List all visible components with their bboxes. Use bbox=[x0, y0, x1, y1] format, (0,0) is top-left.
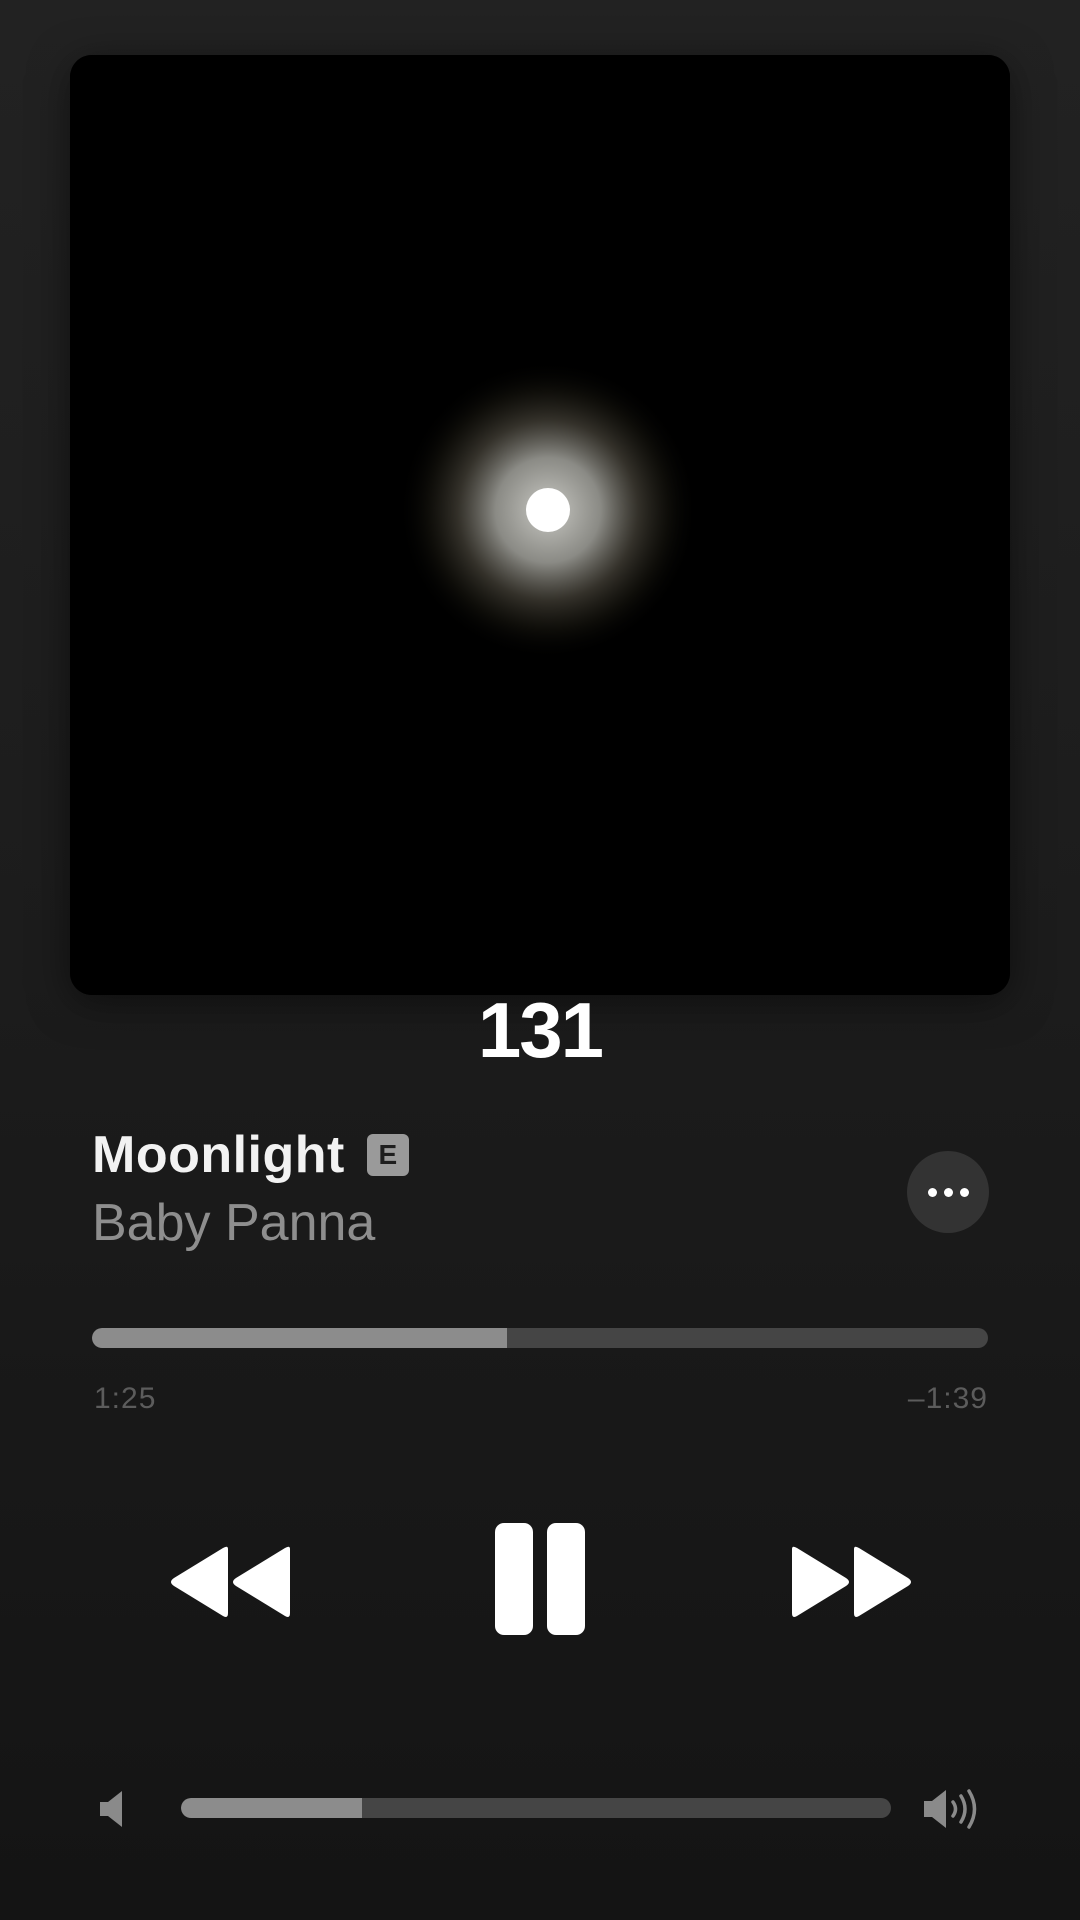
now-playing-screen: 131 Moonlight E Baby Panna 1:25 –1:39 bbox=[0, 0, 1080, 1920]
more-options-button[interactable] bbox=[907, 1151, 989, 1233]
speaker-low-icon bbox=[100, 1791, 122, 1827]
album-artwork bbox=[70, 55, 1010, 995]
elapsed-time: 1:25 bbox=[94, 1382, 157, 1415]
playback-scrubber[interactable] bbox=[92, 1328, 988, 1348]
playback-progress-fill bbox=[92, 1328, 507, 1348]
artist-name[interactable]: Baby Panna bbox=[92, 1193, 375, 1253]
explicit-badge: E bbox=[366, 1134, 409, 1176]
pause-icon[interactable] bbox=[494, 1523, 586, 1635]
track-number: 131 bbox=[477, 986, 604, 1074]
song-title[interactable]: Moonlight bbox=[92, 1125, 345, 1185]
title-row: Moonlight E bbox=[92, 1125, 409, 1185]
ellipsis-icon-dot bbox=[959, 1187, 969, 1197]
volume-slider[interactable] bbox=[181, 1798, 891, 1818]
ellipsis-icon-dot bbox=[943, 1187, 953, 1197]
remaining-time: –1:39 bbox=[907, 1382, 988, 1415]
moon-image bbox=[70, 55, 1010, 995]
volume-level-fill bbox=[181, 1798, 363, 1818]
fast-forward-icon[interactable] bbox=[790, 1545, 914, 1619]
rewind-icon[interactable] bbox=[168, 1545, 292, 1619]
speaker-high-icon bbox=[924, 1789, 977, 1829]
ellipsis-icon bbox=[927, 1187, 937, 1197]
